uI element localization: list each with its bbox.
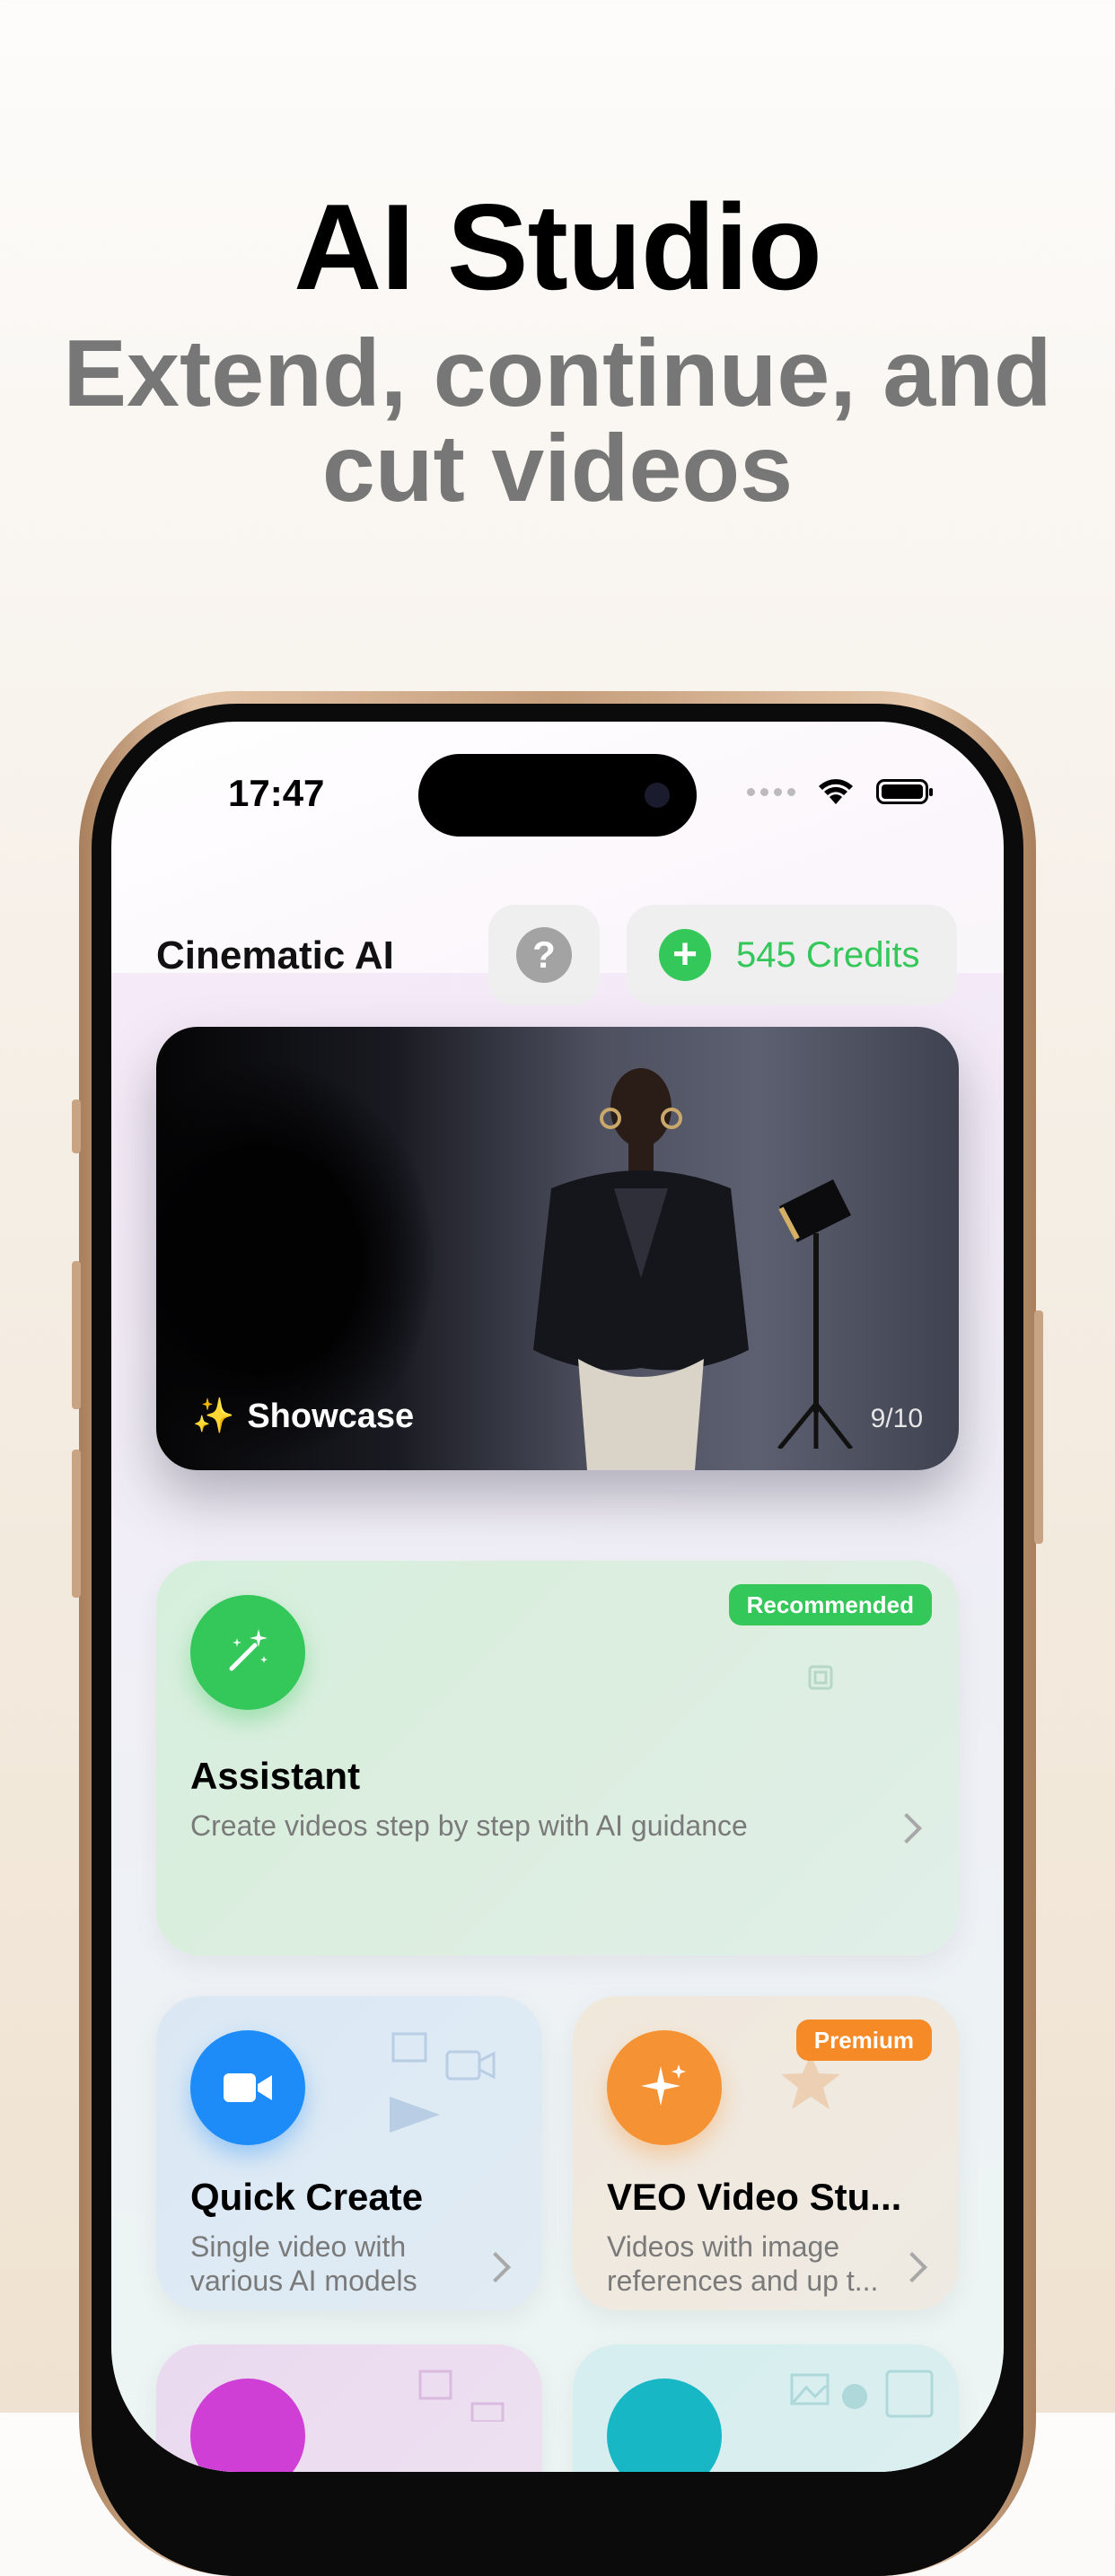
feature-icon-magenta	[190, 2379, 305, 2472]
feature-card-partial-left[interactable]	[156, 2344, 542, 2472]
sparkle-icon	[607, 2030, 722, 2145]
feature-icon-teal	[607, 2379, 722, 2472]
magic-wand-icon	[190, 1595, 305, 1710]
promo-title: AI Studio	[294, 179, 822, 315]
film-decoration-icon	[390, 2032, 496, 2133]
assistant-description: Create videos step by step with AI guida…	[190, 1809, 748, 1842]
question-mark-icon: ?	[516, 927, 572, 983]
help-button[interactable]: ?	[488, 905, 600, 1005]
battery-icon	[876, 779, 933, 804]
quick-create-title: Quick Create	[190, 2176, 424, 2218]
promo-subtitle-line1: Extend, continue, and	[63, 320, 1052, 426]
credits-label: 545 Credits	[736, 934, 920, 975]
phone-volume-down-button	[72, 1450, 81, 1598]
chevron-right-icon	[897, 2252, 927, 2282]
wifi-icon	[819, 779, 853, 804]
video-camera-icon	[190, 2030, 305, 2145]
recommended-badge: Recommended	[728, 1584, 932, 1625]
front-camera	[645, 783, 670, 808]
quick-create-description: Single video with various AI models	[190, 2230, 417, 2298]
veo-description-line2: references and up t...	[607, 2265, 879, 2297]
showcase-studio-light	[777, 1179, 853, 1449]
film-decoration-icon	[418, 2370, 505, 2422]
sparkles-icon: ✨	[192, 1398, 235, 1435]
dynamic-island	[418, 754, 697, 837]
chip-decoration-icon	[808, 1665, 833, 1690]
feature-card-partial-right[interactable]	[573, 2344, 959, 2472]
credits-button[interactable]: + 545 Credits	[627, 905, 957, 1005]
veo-description-line1: Videos with image	[607, 2230, 840, 2263]
phone-screen: 17:47 Cinematic AI ? + 545 Credits ✨ Sho…	[111, 722, 1004, 2472]
showcase-label: ✨ Showcase	[192, 1397, 414, 1436]
chevron-right-icon	[891, 1813, 922, 1844]
promo-subtitle: Extend, continue, and cut videos	[0, 326, 1115, 516]
status-icons	[747, 777, 933, 806]
quick-create-description-line1: Single video with	[190, 2230, 407, 2263]
cellular-signal-icon	[747, 787, 795, 796]
app-title: Cinematic AI	[156, 933, 394, 977]
quick-create-description-line2: various AI models	[190, 2265, 417, 2297]
promo-subtitle-line2: cut videos	[321, 416, 794, 521]
premium-badge: Premium	[795, 2020, 932, 2061]
showcase-title: Showcase	[247, 1397, 415, 1435]
chevron-right-icon	[480, 2252, 511, 2282]
showcase-carousel[interactable]: ✨ Showcase 9/10	[156, 1027, 959, 1470]
image-decoration-icon	[790, 2370, 934, 2418]
showcase-page-counter: 9/10	[870, 1404, 923, 1433]
quick-create-card[interactable]: Quick Create Single video with various A…	[156, 1996, 542, 2310]
veo-description: Videos with image references and up t...	[607, 2230, 878, 2298]
phone-volume-up-button	[72, 1261, 81, 1409]
phone-power-button	[1034, 1310, 1043, 1544]
phone-action-button	[72, 1100, 81, 1153]
promo-header: AI Studio Extend, continue, and cut vide…	[0, 184, 1115, 516]
assistant-card[interactable]: Recommended Assistant Create videos step…	[156, 1561, 959, 1956]
veo-title: VEO Video Stu...	[607, 2176, 902, 2218]
veo-video-studio-card[interactable]: Premium VEO Video Stu... Videos with ima…	[573, 1996, 959, 2310]
showcase-model-image	[533, 1068, 749, 1470]
status-time: 17:47	[228, 772, 325, 814]
plus-circle-icon: +	[659, 929, 711, 981]
assistant-title: Assistant	[190, 1755, 361, 1797]
